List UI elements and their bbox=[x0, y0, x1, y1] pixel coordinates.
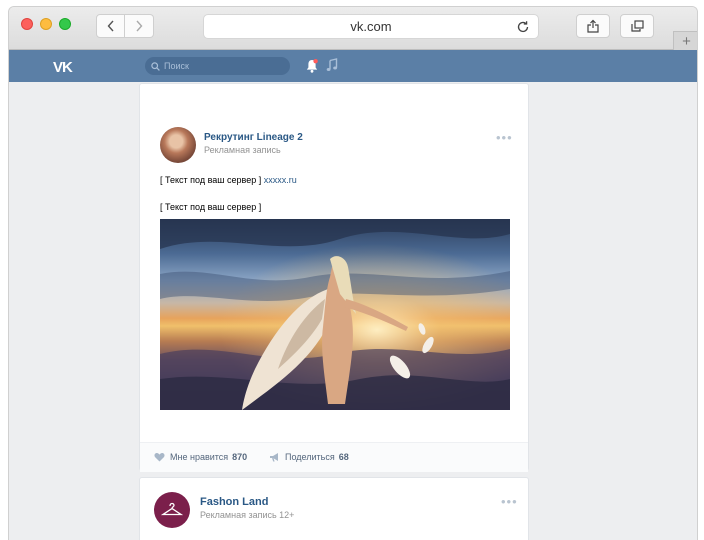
chevron-right-icon bbox=[136, 20, 143, 32]
close-window-button[interactable] bbox=[21, 18, 33, 30]
post-subtitle: Рекламная запись bbox=[204, 145, 281, 155]
tabs-icon bbox=[630, 20, 644, 32]
like-button[interactable]: Мне нравится 870 bbox=[154, 452, 247, 462]
plus-icon: + bbox=[682, 32, 691, 50]
avatar[interactable] bbox=[160, 127, 196, 163]
angel-artwork-image bbox=[160, 219, 510, 410]
share-count: 68 bbox=[338, 452, 349, 462]
post-text-line: [ Текст под ваш сервер ] xxxxx.ru bbox=[160, 175, 297, 185]
address-url: vk.com bbox=[350, 19, 392, 34]
hanger-icon bbox=[161, 502, 183, 516]
like-label: Мне нравится bbox=[170, 452, 229, 462]
feed-post: Fashon Land Рекламная запись 12+ ••• bbox=[139, 477, 529, 540]
reload-icon[interactable] bbox=[516, 20, 530, 34]
search-input[interactable] bbox=[164, 61, 284, 71]
chevron-left-icon bbox=[107, 20, 114, 32]
post-link[interactable]: xxxxx.ru bbox=[264, 175, 297, 185]
tabs-overview-button[interactable] bbox=[620, 14, 654, 38]
minimize-window-button[interactable] bbox=[40, 18, 52, 30]
post-text: [ Текст под ваш сервер ] bbox=[160, 202, 262, 212]
megaphone-icon bbox=[270, 453, 278, 462]
zoom-window-button[interactable] bbox=[59, 18, 71, 30]
feed-post: Рекрутинг Lineage 2 Рекламная запись •••… bbox=[139, 83, 529, 472]
post-author[interactable]: Рекрутинг Lineage 2 bbox=[204, 132, 303, 143]
address-bar[interactable]: vk.com bbox=[203, 14, 539, 39]
back-button[interactable] bbox=[96, 14, 125, 38]
vk-logo[interactable]: VK bbox=[53, 59, 73, 76]
share-button[interactable] bbox=[576, 14, 610, 38]
share-label: Поделиться bbox=[285, 452, 335, 462]
vk-header: VK bbox=[9, 50, 697, 82]
search-box bbox=[145, 57, 290, 75]
notifications-bell-icon[interactable] bbox=[305, 58, 319, 74]
browser-toolbar: vk.com + bbox=[9, 7, 697, 50]
heart-icon bbox=[154, 453, 165, 462]
post-subtitle: Рекламная запись 12+ bbox=[200, 510, 295, 520]
new-tab-button[interactable]: + bbox=[673, 31, 697, 50]
browser-window: vk.com + VK Рекрутинг Lineage 2 Рекламна… bbox=[8, 6, 698, 540]
search-icon bbox=[151, 61, 160, 71]
share-icon bbox=[587, 19, 599, 33]
forward-button[interactable] bbox=[125, 14, 154, 38]
more-options-icon[interactable]: ••• bbox=[501, 495, 518, 508]
like-count: 870 bbox=[232, 452, 248, 462]
post-text: [ Текст под ваш сервер ] bbox=[160, 175, 262, 185]
avatar[interactable] bbox=[154, 492, 190, 528]
more-options-icon[interactable]: ••• bbox=[496, 131, 513, 144]
repost-button[interactable]: Поделиться 68 bbox=[269, 452, 349, 462]
music-icon[interactable] bbox=[326, 58, 338, 72]
post-actions-bar: Мне нравится 870 Поделиться 68 bbox=[140, 443, 528, 472]
post-author[interactable]: Fashon Land bbox=[200, 496, 268, 508]
navigation-buttons bbox=[96, 14, 155, 38]
post-image[interactable] bbox=[160, 219, 510, 410]
